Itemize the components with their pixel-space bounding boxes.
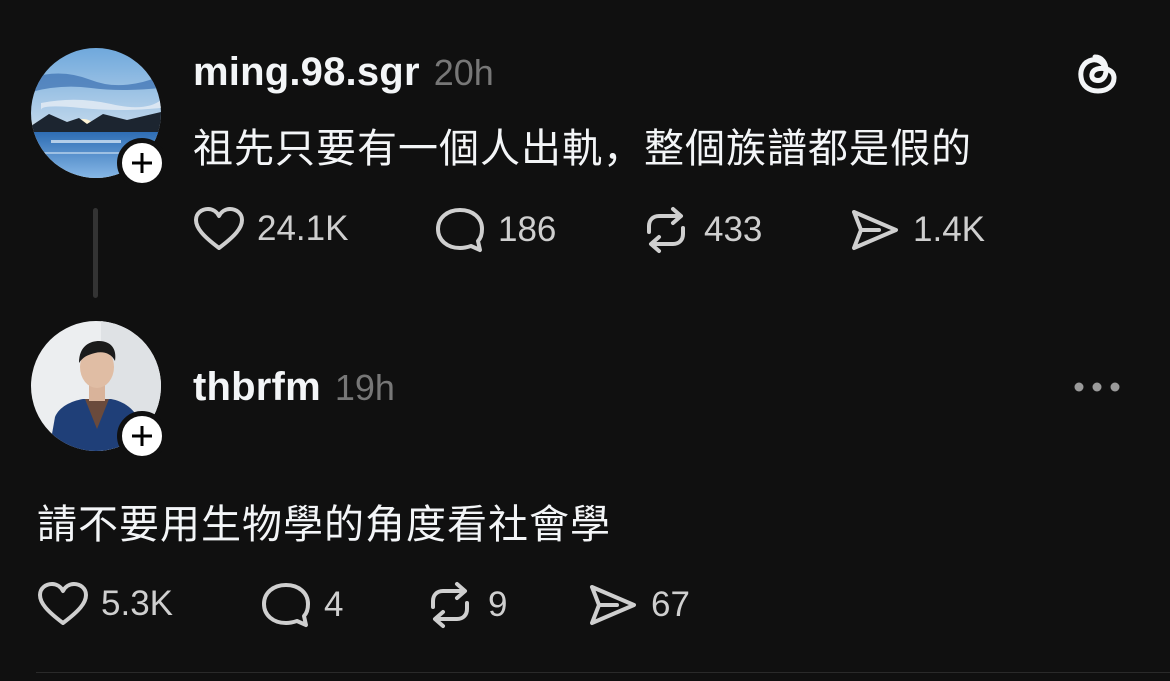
- share-button[interactable]: 67: [587, 581, 690, 629]
- post-text: 祖先只要有一個人出軌，整個族譜都是假的: [193, 127, 972, 171]
- reply-count: 4: [324, 585, 344, 624]
- heart-icon: [194, 207, 244, 250]
- repost-icon: [647, 207, 685, 253]
- repost-count: 433: [704, 210, 763, 249]
- like-count: 24.1K: [257, 209, 349, 248]
- share-icon: [590, 585, 636, 625]
- repost-button[interactable]: 9: [424, 581, 507, 629]
- repost-button[interactable]: 433: [640, 206, 762, 254]
- post-text: 請不要用生物學的角度看社會學: [37, 503, 611, 547]
- username[interactable]: thbrfm: [193, 365, 321, 409]
- like-button[interactable]: 5.3K: [37, 581, 173, 627]
- heart-icon: [38, 582, 88, 625]
- share-count: 1.4K: [913, 210, 985, 249]
- like-count: 5.3K: [101, 584, 173, 623]
- reply-button[interactable]: 186: [434, 206, 556, 254]
- more-icon[interactable]: [1072, 380, 1124, 394]
- divider: [36, 672, 1170, 673]
- timestamp: 19h: [334, 367, 395, 408]
- plus-icon: [132, 153, 152, 173]
- follow-button[interactable]: [117, 138, 167, 188]
- post-header: thbrfm 19h: [193, 365, 395, 410]
- post-header: ming.98.sgr 20h: [193, 50, 494, 95]
- share-button[interactable]: 1.4K: [849, 206, 985, 254]
- follow-button[interactable]: [117, 411, 167, 461]
- threads-logo-icon[interactable]: [1073, 48, 1123, 98]
- plus-icon: [132, 426, 152, 446]
- username[interactable]: ming.98.sgr: [193, 50, 420, 94]
- reply-button[interactable]: 4: [260, 581, 343, 629]
- reply-count: 186: [498, 210, 557, 249]
- comment-icon: [262, 583, 310, 627]
- share-icon: [852, 210, 898, 250]
- share-count: 67: [651, 585, 690, 624]
- repost-icon: [431, 582, 469, 628]
- like-button[interactable]: 24.1K: [193, 206, 348, 252]
- comment-icon: [436, 208, 484, 252]
- repost-count: 9: [488, 585, 508, 624]
- thread-line: [93, 208, 98, 298]
- timestamp: 20h: [433, 52, 494, 93]
